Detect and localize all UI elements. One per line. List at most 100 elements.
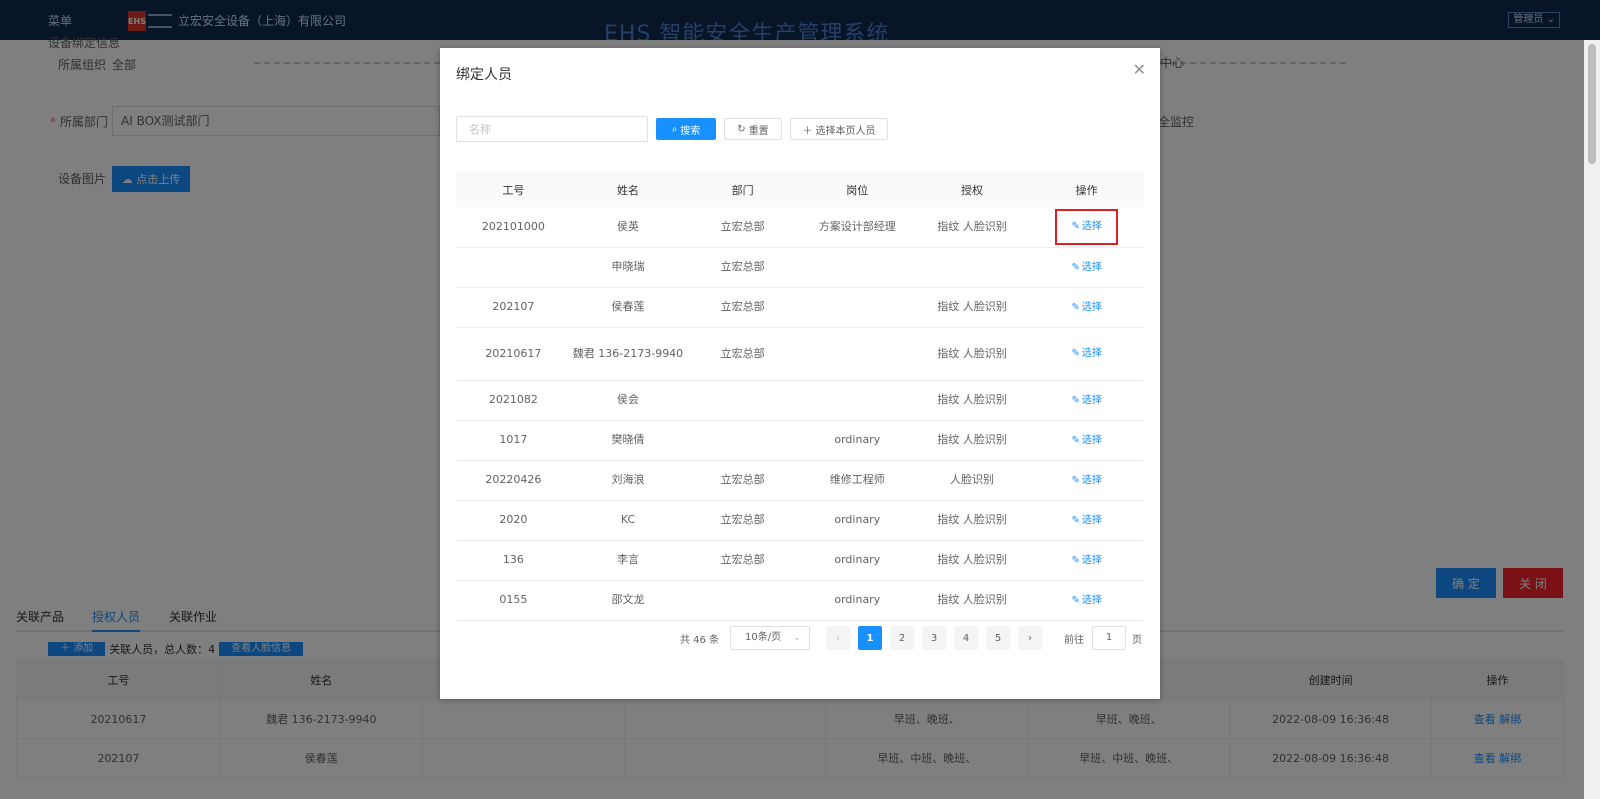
select-label: 选择 <box>1081 594 1102 606</box>
goto-label: 前往 <box>1064 635 1084 646</box>
page-3[interactable]: 3 <box>922 626 946 650</box>
cell-id: 202101000 <box>456 207 571 248</box>
select-person-button[interactable]: ✎ 选择 <box>1055 208 1118 245</box>
cell-id: 20220426 <box>456 460 571 501</box>
cell-id: 1017 <box>456 420 571 461</box>
search-button[interactable]: ⌕ 搜索 <box>656 118 716 140</box>
cell-dept: 立宏总部 <box>685 500 800 541</box>
cell-dept: 立宏总部 <box>685 460 800 501</box>
cell-post: 维修工程师 <box>799 460 915 501</box>
page-1[interactable]: 1 <box>858 626 882 650</box>
select-label: 选择 <box>1081 261 1102 273</box>
cell-id: 2020 <box>456 500 571 541</box>
cell-name: 邵文龙 <box>570 580 686 621</box>
cell-auth: 人脸识别 <box>914 460 1030 501</box>
cell-auth: 指纹 人脸识别 <box>914 327 1030 381</box>
table-row: 2021082 侯会 指纹 人脸识别 ✎ 选择 <box>456 380 1144 421</box>
select-person-button[interactable]: ✎ 选择 <box>1071 552 1101 570</box>
edit-icon: ✎ <box>1071 220 1080 232</box>
cell-action: ✎ 选择 <box>1029 327 1144 381</box>
select-person-button[interactable]: ✎ 选择 <box>1071 472 1101 490</box>
goto-page-input[interactable]: 1 <box>1092 626 1126 650</box>
people-table: 工号 姓名 部门 岗位 授权 操作 202101000 侯英 立宏总部 方案设计部经理… <box>456 172 1144 621</box>
cell-dept <box>685 380 800 421</box>
edit-icon: ✎ <box>1071 594 1080 606</box>
cell-action: ✎ 选择 <box>1029 207 1144 248</box>
cell-name: 刘海浪 <box>570 460 686 501</box>
table-row: 136 李言 立宏总部 ordinary 指纹 人脸识别 ✎ 选择 <box>456 540 1144 581</box>
cell-dept: 立宏总部 <box>685 540 800 581</box>
cell-action: ✎ 选择 <box>1029 540 1144 581</box>
col-post: 岗位 <box>799 172 915 207</box>
select-label: 选择 <box>1081 514 1102 526</box>
edit-icon: ✎ <box>1071 261 1080 273</box>
edit-icon: ✎ <box>1071 348 1080 359</box>
cell-post <box>799 327 915 381</box>
col-auth: 授权 <box>914 172 1030 207</box>
table-row: 202107 侯春莲 立宏总部 指纹 人脸识别 ✎ 选择 <box>456 287 1144 328</box>
cell-action: ✎ 选择 <box>1029 287 1144 328</box>
cell-action: ✎ 选择 <box>1029 247 1144 288</box>
select-label: 选择 <box>1081 434 1102 446</box>
page-unit-label: 页 <box>1132 635 1142 646</box>
cell-dept <box>685 420 800 461</box>
cell-post <box>799 247 915 288</box>
table-row: 0155 邵文龙 ordinary 指纹 人脸识别 ✎ 选择 <box>456 580 1144 621</box>
table-row: 202101000 侯英 立宏总部 方案设计部经理 指纹 人脸识别 ✎ 选择 <box>456 207 1144 248</box>
cell-auth: 指纹 人脸识别 <box>914 580 1030 621</box>
cell-auth: 指纹 人脸识别 <box>914 287 1030 328</box>
cell-auth: 指纹 人脸识别 <box>914 500 1030 541</box>
select-page-button[interactable]: ＋选择本页人员 <box>790 118 888 140</box>
select-person-button[interactable]: ✎ 选择 <box>1071 512 1101 530</box>
page-scrollbar[interactable] <box>1584 40 1600 799</box>
page-5[interactable]: 5 <box>986 626 1010 650</box>
cell-id: 136 <box>456 540 571 581</box>
dialog-title: 绑定人员 <box>456 67 512 83</box>
cell-action: ✎ 选择 <box>1029 580 1144 621</box>
cell-name: 侯会 <box>570 380 686 421</box>
cell-name: 李言 <box>570 540 686 581</box>
cell-name: 申晓瑞 <box>570 247 686 288</box>
cell-auth: 指纹 人脸识别 <box>914 420 1030 461</box>
cell-auth: 指纹 人脸识别 <box>914 540 1030 581</box>
cell-dept: 立宏总部 <box>685 247 800 288</box>
close-icon[interactable]: ✕ <box>1133 60 1146 79</box>
page-2[interactable]: 2 <box>890 626 914 650</box>
cell-action: ✎ 选择 <box>1029 420 1144 461</box>
chevron-left-icon: ‹ <box>836 632 840 644</box>
name-search-input[interactable] <box>456 116 648 142</box>
select-person-button[interactable]: ✎ 选择 <box>1071 259 1101 277</box>
edit-icon: ✎ <box>1071 394 1080 406</box>
edit-icon: ✎ <box>1071 434 1080 446</box>
page-4[interactable]: 4 <box>954 626 978 650</box>
cell-post: ordinary <box>799 420 915 461</box>
select-person-button[interactable]: ✎ 选择 <box>1071 432 1101 450</box>
plus-icon: ＋ <box>802 125 813 137</box>
cell-id: 20210617 <box>456 327 571 381</box>
select-person-button[interactable]: ✎ 选择 <box>1071 592 1101 610</box>
cell-post: ordinary <box>799 580 915 621</box>
page-size-select[interactable]: 10条/页 ⌄ <box>730 626 810 650</box>
edit-icon: ✎ <box>1071 301 1080 313</box>
cell-auth <box>914 247 1030 288</box>
total-count: 共 46 条 <box>680 635 720 646</box>
prev-page-button[interactable]: ‹ <box>826 626 850 650</box>
cell-id: 0155 <box>456 580 571 621</box>
cell-post <box>799 287 915 328</box>
cell-name: KC <box>570 500 686 541</box>
col-id: 工号 <box>456 172 571 207</box>
next-page-button[interactable]: › <box>1018 626 1042 650</box>
cell-id: 2021082 <box>456 380 571 421</box>
select-label: 选择 <box>1081 554 1102 566</box>
select-person-button[interactable]: ✎ 选择 <box>1071 345 1101 363</box>
cell-name: 魏君 136-2173-9940 <box>570 327 686 381</box>
cell-auth: 指纹 人脸识别 <box>914 207 1030 248</box>
cell-name: 樊晓倩 <box>570 420 686 461</box>
cell-dept: 立宏总部 <box>685 207 800 248</box>
select-person-button[interactable]: ✎ 选择 <box>1071 392 1101 410</box>
col-name: 姓名 <box>570 172 686 207</box>
reset-button[interactable]: ↻ 重置 <box>724 118 782 140</box>
select-person-button[interactable]: ✎ 选择 <box>1071 299 1101 317</box>
cell-action: ✎ 选择 <box>1029 380 1144 421</box>
cell-name: 侯春莲 <box>570 287 686 328</box>
